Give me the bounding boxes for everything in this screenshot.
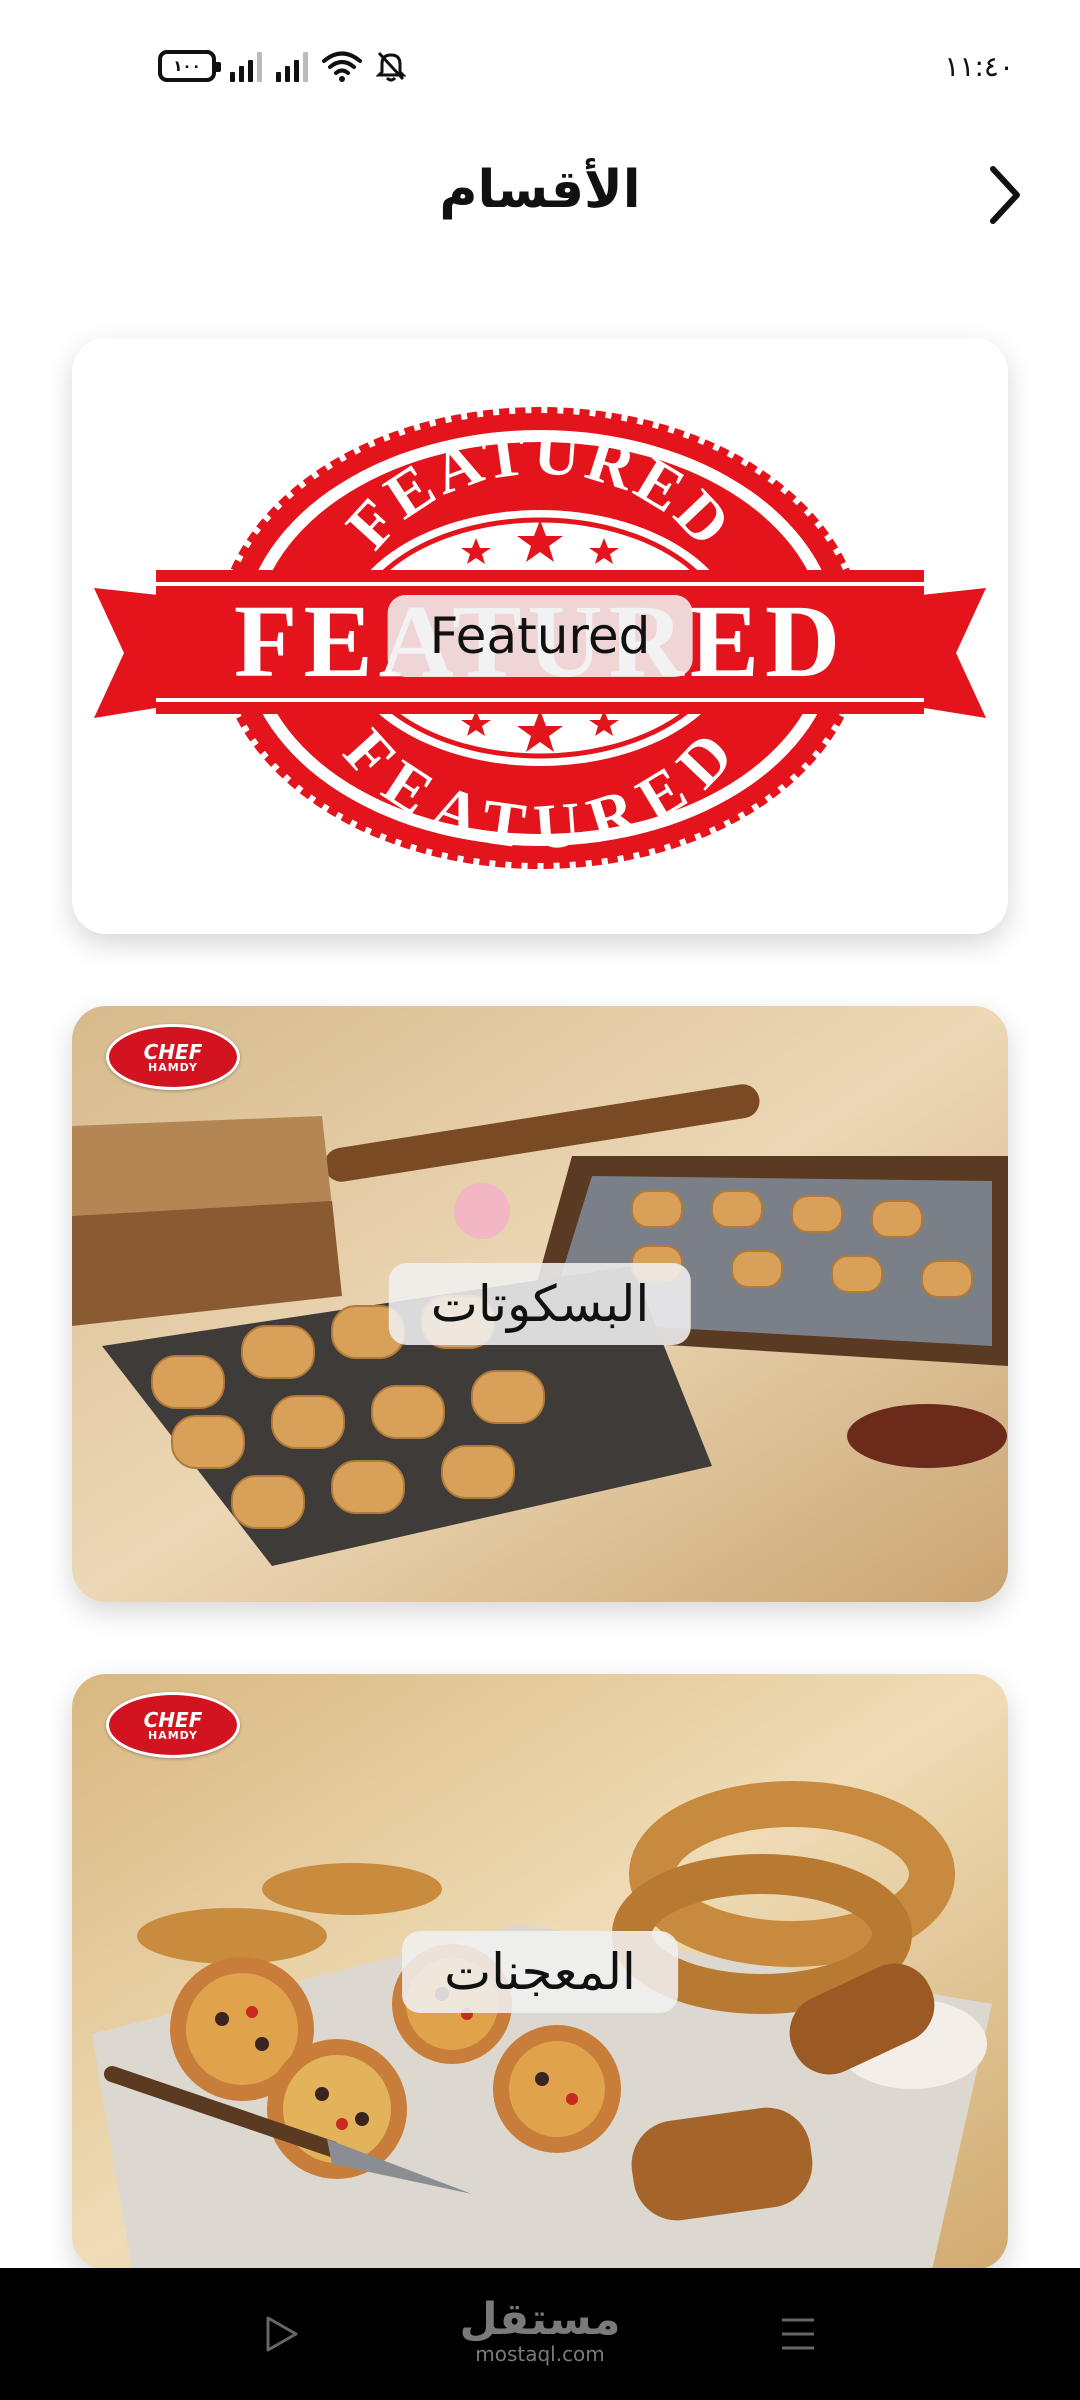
play-triangle-icon — [266, 2316, 298, 2352]
bell-off-icon — [376, 51, 406, 82]
system-nav-bar: مستقل mostaql.com — [0, 2268, 1080, 2400]
brand-logo-chef: CHEF — [143, 1039, 203, 1064]
status-time: ١١:٤٠ — [944, 50, 1014, 83]
nav-menu-button[interactable] — [768, 2304, 828, 2364]
battery-level: ١٠٠ — [173, 57, 201, 75]
header: الأقسام — [0, 150, 1080, 250]
battery-icon: ١٠٠ — [158, 50, 221, 82]
brand-logo: CHEF HAMDY — [106, 1024, 240, 1090]
menu-lines-icon — [782, 2318, 814, 2350]
watermark-arabic: مستقل — [459, 2294, 621, 2345]
category-card-pastries[interactable]: CHEF HAMDY المعجنات — [72, 1674, 1008, 2270]
category-label: Featured — [387, 595, 693, 677]
page-title: الأقسام — [439, 160, 641, 220]
category-label: المعجنات — [402, 1931, 678, 2013]
back-button[interactable] — [970, 155, 1040, 235]
watermark-url: mostaql.com — [475, 2342, 605, 2366]
brand-logo-hamdy: HAMDY — [148, 1060, 198, 1074]
category-card-featured[interactable]: FEATURED FEATURED FEATURED Featured — [72, 338, 1008, 934]
status-icons: ١٠٠ — [158, 50, 406, 82]
category-label: البسكوتات — [388, 1263, 692, 1345]
category-card-biscuits[interactable]: CHEF HAMDY البسكوتات — [72, 1006, 1008, 1602]
wifi-icon — [322, 51, 362, 82]
signal-icon — [276, 50, 308, 82]
signal-icon — [230, 50, 262, 82]
brand-logo: CHEF HAMDY — [106, 1692, 240, 1758]
brand-logo-chef: CHEF — [143, 1707, 203, 1732]
chevron-right-icon — [990, 166, 1020, 224]
nav-back-button[interactable] — [252, 2304, 312, 2364]
watermark: مستقل mostaql.com — [440, 2294, 640, 2366]
status-bar: ١٠٠ ١١:٤٠ — [0, 0, 1080, 130]
brand-logo-hamdy: HAMDY — [148, 1728, 198, 1742]
